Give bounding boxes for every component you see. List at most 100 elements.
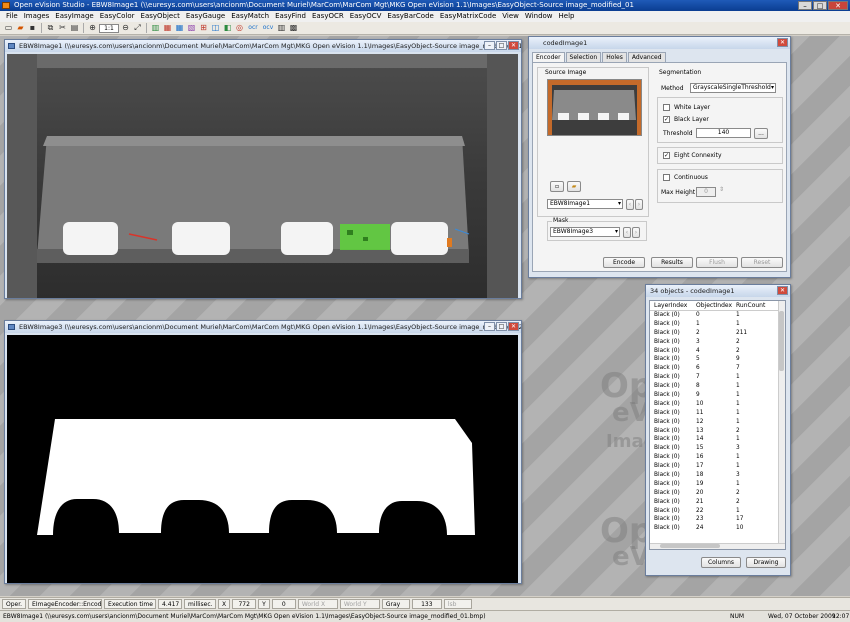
- table-row[interactable]: Black (0) 1 1: [650, 320, 785, 329]
- save-icon[interactable]: ▪: [27, 23, 38, 33]
- ruler-icon[interactable]: ▧: [186, 23, 197, 33]
- find-icon[interactable]: ◎: [234, 23, 245, 33]
- columns-button[interactable]: Columns: [701, 557, 741, 568]
- table-row[interactable]: Black (0) 22 1: [650, 507, 785, 516]
- table-row[interactable]: Black (0) 10 1: [650, 400, 785, 409]
- table-row[interactable]: Black (0) 13 2: [650, 427, 785, 436]
- tab-holes[interactable]: Holes: [602, 52, 627, 62]
- max-height-input[interactable]: 0: [696, 187, 716, 197]
- reset-button[interactable]: Reset: [741, 257, 783, 268]
- objects-window-title-bar[interactable]: 34 objects - codedImage1 ✕: [646, 285, 790, 297]
- image-window-title-bar[interactable]: EBW8Image1 (\\euresys.com\users\ancionm\…: [5, 40, 521, 52]
- table-row[interactable]: Black (0) 19 1: [650, 480, 785, 489]
- table-row[interactable]: Black (0) 2 211: [650, 329, 785, 338]
- next-mask-icon[interactable]: ›: [632, 227, 640, 238]
- table-row[interactable]: Black (0) 21 2: [650, 498, 785, 507]
- table-row[interactable]: Black (0) 14 1: [650, 435, 785, 444]
- gauge-icon[interactable]: ◫: [210, 23, 221, 33]
- menu-item-easygauge[interactable]: EasyGauge: [183, 11, 228, 22]
- continuous-checkbox[interactable]: [663, 174, 670, 181]
- table-row[interactable]: Black (0) 24 10: [650, 524, 785, 533]
- menu-item-window[interactable]: Window: [522, 11, 556, 22]
- tab-advanced[interactable]: Advanced: [627, 52, 666, 62]
- coded-image-window[interactable]: codedImage1 ✕ Encoder Selection Holes Ad…: [528, 36, 791, 278]
- image-view[interactable]: [7, 335, 518, 583]
- coded-window-title-bar[interactable]: codedImage1 ✕: [529, 37, 790, 49]
- table-row[interactable]: Black (0) 12 1: [650, 418, 785, 427]
- close-button[interactable]: ✕: [777, 38, 788, 47]
- image-window-title-bar[interactable]: EBW8Image3 (\\euresys.com\users\ancionm\…: [5, 321, 521, 333]
- table-row[interactable]: Black (0) 15 3: [650, 444, 785, 453]
- paste-icon[interactable]: ▤: [69, 23, 80, 33]
- flush-button[interactable]: Flush: [696, 257, 738, 268]
- black-layer-checkbox[interactable]: ✓: [663, 116, 670, 123]
- close-button[interactable]: ✕: [828, 1, 848, 10]
- mask-image-select[interactable]: EBW8Image3: [550, 227, 620, 237]
- menu-item-easycolor[interactable]: EasyColor: [97, 11, 138, 22]
- results-button[interactable]: Results: [651, 257, 693, 268]
- ocr-icon[interactable]: ocr: [246, 23, 260, 33]
- menu-item-help[interactable]: Help: [556, 11, 578, 22]
- object-icon[interactable]: ⊞: [198, 23, 209, 33]
- minimize-button[interactable]: –: [484, 322, 495, 331]
- matrix-icon[interactable]: ▩: [288, 23, 299, 33]
- image-window-ebw8image3[interactable]: EBW8Image3 (\\euresys.com\users\ancionm\…: [4, 320, 522, 584]
- horizontal-scrollbar[interactable]: [650, 543, 785, 549]
- encode-button[interactable]: Encode: [603, 257, 645, 268]
- column-header-objectindex[interactable]: ObjectIndex: [693, 301, 733, 310]
- drawing-button[interactable]: Drawing: [746, 557, 786, 568]
- match-icon[interactable]: ◧: [222, 23, 233, 33]
- close-button[interactable]: ✕: [777, 286, 788, 295]
- menu-item-easybarcode[interactable]: EasyBarCode: [384, 11, 436, 22]
- histogram-icon[interactable]: ▥: [150, 23, 161, 33]
- table-row[interactable]: Black (0) 7 1: [650, 373, 785, 382]
- maximize-button[interactable]: □: [496, 41, 507, 50]
- maximize-button[interactable]: □: [496, 322, 507, 331]
- menu-item-easymatch[interactable]: EasyMatch: [228, 11, 272, 22]
- source-image-select[interactable]: EBW8Image1: [547, 199, 623, 209]
- new-image-icon[interactable]: ▫: [550, 181, 564, 192]
- table-row[interactable]: Black (0) 18 3: [650, 471, 785, 480]
- objects-table[interactable]: LayerIndex ObjectIndex RunCount Black (0…: [649, 300, 786, 550]
- close-button[interactable]: ✕: [508, 41, 519, 50]
- max-height-spinner-icon[interactable]: ⇕: [719, 186, 724, 193]
- new-icon[interactable]: ▭: [3, 23, 14, 33]
- prev-mask-icon[interactable]: ‹: [623, 227, 631, 238]
- table-row[interactable]: Black (0) 5 9: [650, 355, 785, 364]
- column-header-layerindex[interactable]: LayerIndex: [650, 301, 693, 310]
- threshold-input[interactable]: 140: [696, 128, 751, 138]
- copy-icon[interactable]: ⧉: [45, 23, 56, 33]
- menu-item-images[interactable]: Images: [21, 11, 53, 22]
- close-button[interactable]: ✕: [508, 322, 519, 331]
- column-header-runcount[interactable]: RunCount: [733, 301, 773, 310]
- table-row[interactable]: Black (0) 0 1: [650, 311, 785, 320]
- table-row[interactable]: Black (0) 8 1: [650, 382, 785, 391]
- table-row[interactable]: Black (0) 23 17: [650, 515, 785, 524]
- eight-connexity-checkbox[interactable]: ✓: [663, 152, 670, 159]
- method-select[interactable]: GrayscaleSingleThreshold: [690, 83, 776, 93]
- cut-icon[interactable]: ✂: [57, 23, 68, 33]
- table-row[interactable]: Black (0) 11 1: [650, 409, 785, 418]
- menu-item-easyocr[interactable]: EasyOCR: [309, 11, 347, 22]
- image-view[interactable]: [7, 54, 518, 298]
- open-icon[interactable]: ▰: [15, 23, 26, 33]
- minimize-button[interactable]: –: [798, 1, 812, 10]
- palette-icon[interactable]: ▦: [162, 23, 173, 33]
- table-row[interactable]: Black (0) 6 7: [650, 364, 785, 373]
- table-row[interactable]: Black (0) 4 2: [650, 347, 785, 356]
- threshold-browse-button[interactable]: ...: [754, 128, 768, 139]
- objects-list-window[interactable]: 34 objects - codedImage1 ✕ LayerIndex Ob…: [645, 284, 791, 576]
- zoom-out-icon[interactable]: ⊖: [120, 23, 131, 33]
- barcode-icon[interactable]: ▥: [276, 23, 287, 33]
- menu-item-easyimage[interactable]: EasyImage: [52, 11, 96, 22]
- menu-item-easyobject[interactable]: EasyObject: [138, 11, 183, 22]
- table-row[interactable]: Black (0) 16 1: [650, 453, 785, 462]
- next-image-icon[interactable]: ›: [635, 199, 643, 210]
- white-layer-checkbox[interactable]: [663, 104, 670, 111]
- table-row[interactable]: Black (0) 20 2: [650, 489, 785, 498]
- menu-item-easyocv[interactable]: EasyOCV: [347, 11, 385, 22]
- vertical-scrollbar[interactable]: [778, 301, 785, 549]
- zoom-input[interactable]: 1:1: [99, 23, 119, 33]
- image-window-ebw8image1[interactable]: EBW8Image1 (\\euresys.com\users\ancionm\…: [4, 39, 522, 299]
- prev-image-icon[interactable]: ‹: [626, 199, 634, 210]
